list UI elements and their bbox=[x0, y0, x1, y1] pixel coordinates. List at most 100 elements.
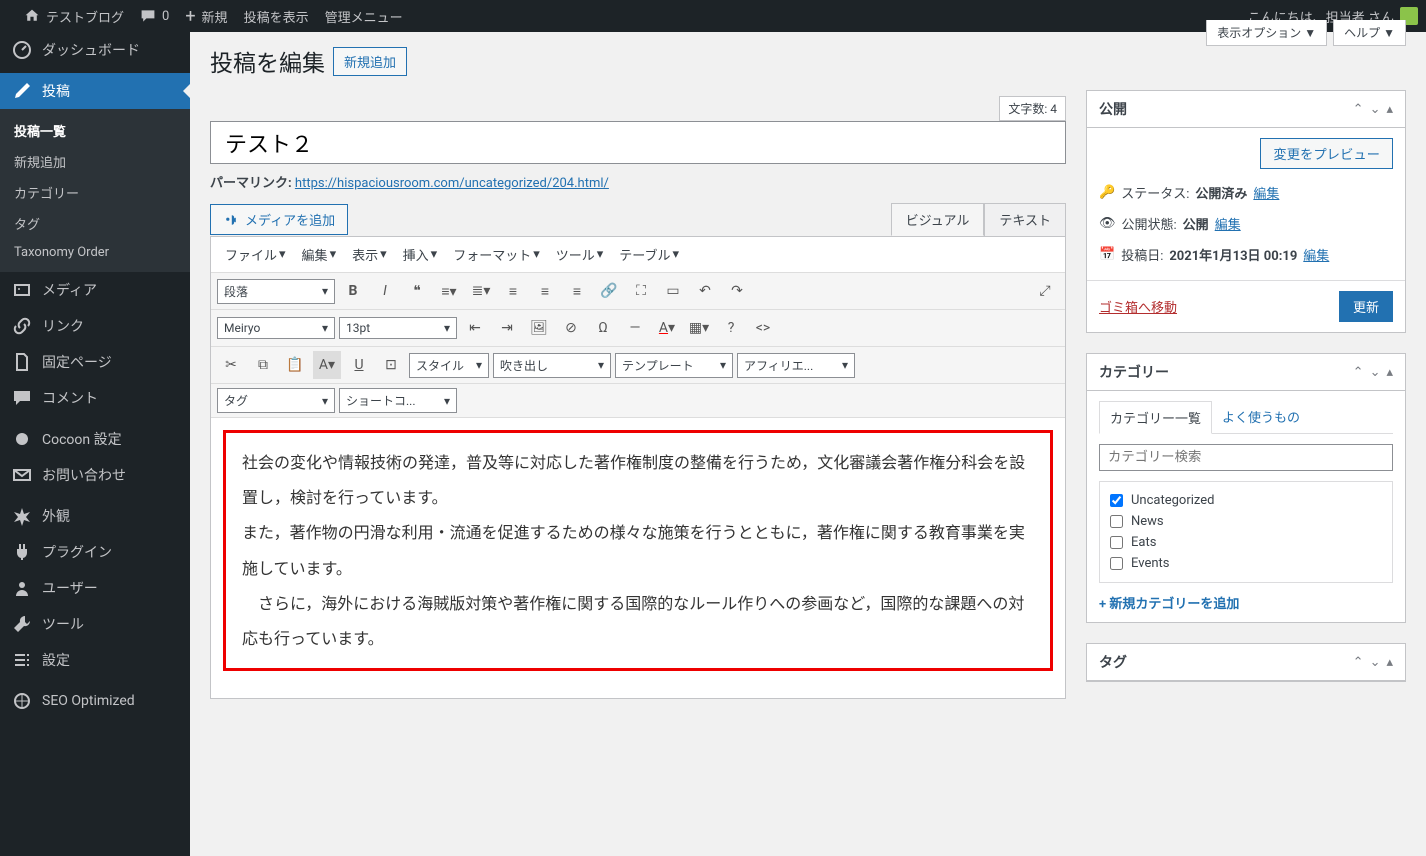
menu-seo[interactable]: SEO Optimized bbox=[0, 683, 190, 719]
cat-tab-all[interactable]: カテゴリー一覧 bbox=[1099, 401, 1212, 434]
category-item[interactable]: Events bbox=[1110, 553, 1382, 574]
unlink-icon[interactable]: ⊘ bbox=[557, 314, 585, 342]
affiliate-select[interactable]: アフィリエ... ▾ bbox=[737, 353, 855, 378]
hr-icon[interactable]: ― bbox=[621, 314, 649, 342]
move-up-icon[interactable]: ⌃ bbox=[1353, 655, 1364, 670]
bullet-list-icon[interactable]: ≡▾ bbox=[435, 277, 463, 305]
submenu-posts-new[interactable]: 新規追加 bbox=[0, 146, 190, 177]
menu-appearance[interactable]: 外観 bbox=[0, 498, 190, 534]
update-button[interactable]: 更新 bbox=[1339, 291, 1393, 322]
menu-dashboard[interactable]: ダッシュボード bbox=[0, 32, 190, 68]
preview-button[interactable]: 変更をプレビュー bbox=[1260, 138, 1393, 169]
menu-comments[interactable]: コメント bbox=[0, 380, 190, 416]
ruby-icon[interactable]: ⊡ bbox=[377, 351, 405, 379]
category-checkbox[interactable] bbox=[1110, 494, 1123, 507]
move-to-trash-link[interactable]: ゴミ箱へ移動 bbox=[1099, 297, 1177, 316]
toggle-icon[interactable]: ▴ bbox=[1386, 102, 1393, 117]
special-char-icon[interactable]: Ω bbox=[589, 314, 617, 342]
paste-icon[interactable]: 📋 bbox=[281, 351, 309, 379]
text-color-icon[interactable]: A▾ bbox=[653, 314, 681, 342]
link-icon[interactable]: 🔗 bbox=[595, 277, 623, 305]
post-title-input[interactable] bbox=[210, 121, 1066, 164]
move-down-icon[interactable]: ⌄ bbox=[1370, 365, 1381, 380]
category-checkbox[interactable] bbox=[1110, 557, 1123, 570]
menu-format[interactable]: フォーマット ▾ bbox=[447, 241, 546, 268]
more-tag-icon[interactable]: ▭ bbox=[659, 277, 687, 305]
balloon-select[interactable]: 吹き出し ▾ bbox=[493, 353, 611, 378]
underline-icon[interactable]: U bbox=[345, 351, 373, 379]
view-post-link[interactable]: 投稿を表示 bbox=[244, 7, 309, 26]
help-toggle[interactable]: ヘルプ ▼ bbox=[1333, 20, 1406, 46]
toggle-icon[interactable]: ▴ bbox=[1386, 655, 1393, 670]
menu-file[interactable]: ファイル ▾ bbox=[219, 241, 292, 268]
menu-media[interactable]: メディア bbox=[0, 272, 190, 308]
category-item[interactable]: Uncategorized bbox=[1110, 490, 1382, 511]
align-left-icon[interactable]: ≡ bbox=[499, 277, 527, 305]
menu-view[interactable]: 表示 ▾ bbox=[346, 241, 393, 268]
tab-visual[interactable]: ビジュアル bbox=[891, 203, 985, 236]
toggle-icon[interactable]: ▴ bbox=[1386, 365, 1393, 380]
bg-color-icon[interactable]: A▾ bbox=[313, 351, 341, 379]
undo-icon[interactable]: ↶ bbox=[691, 277, 719, 305]
blockquote-icon[interactable]: ❝ bbox=[403, 277, 431, 305]
menu-contact[interactable]: お問い合わせ bbox=[0, 457, 190, 493]
menu-settings[interactable]: 設定 bbox=[0, 642, 190, 678]
fontsize-select[interactable]: 13pt ▾ bbox=[339, 317, 457, 339]
copy-icon[interactable]: ⧉ bbox=[249, 351, 277, 379]
style-select[interactable]: スタイル ▾ bbox=[409, 353, 489, 378]
category-checkbox[interactable] bbox=[1110, 515, 1123, 528]
number-list-icon[interactable]: ≣▾ bbox=[467, 277, 495, 305]
fullscreen-icon[interactable]: ⛶ bbox=[627, 277, 655, 305]
admin-menu-link[interactable]: 管理メニュー bbox=[325, 7, 403, 26]
move-down-icon[interactable]: ⌄ bbox=[1370, 102, 1381, 117]
table-icon[interactable]: ▦▾ bbox=[685, 314, 713, 342]
content-area[interactable]: 社会の変化や情報技術の発達，普及等に対応した著作権制度の整備を行うため，文化審議… bbox=[211, 418, 1065, 698]
menu-tools[interactable]: ツール bbox=[0, 606, 190, 642]
cat-tab-popular[interactable]: よく使うもの bbox=[1212, 401, 1310, 433]
tag-select[interactable]: タグ ▾ bbox=[217, 388, 335, 413]
font-select[interactable]: Meiryo ▾ bbox=[217, 317, 335, 339]
tab-text[interactable]: テキスト bbox=[984, 203, 1066, 236]
bold-icon[interactable]: B bbox=[339, 277, 367, 305]
align-right-icon[interactable]: ≡ bbox=[563, 277, 591, 305]
edit-status-link[interactable]: 編集 bbox=[1253, 183, 1279, 202]
format-select[interactable]: 段落 ▾ bbox=[217, 279, 335, 304]
menu-plugins[interactable]: プラグイン bbox=[0, 534, 190, 570]
add-category-link[interactable]: + 新規カテゴリーを追加 bbox=[1099, 593, 1239, 612]
category-checkbox[interactable] bbox=[1110, 536, 1123, 549]
indent-icon[interactable]: ⇥ bbox=[493, 314, 521, 342]
menu-table[interactable]: テーブル ▾ bbox=[613, 241, 685, 268]
menu-users[interactable]: ユーザー bbox=[0, 570, 190, 606]
italic-icon[interactable]: I bbox=[371, 277, 399, 305]
template-select[interactable]: テンプレート ▾ bbox=[615, 353, 733, 378]
move-down-icon[interactable]: ⌄ bbox=[1370, 655, 1381, 670]
site-name-link[interactable]: テストブログ bbox=[24, 7, 124, 26]
move-up-icon[interactable]: ⌃ bbox=[1353, 102, 1364, 117]
menu-tools[interactable]: ツール ▾ bbox=[550, 241, 610, 268]
outdent-icon[interactable]: ⇤ bbox=[461, 314, 489, 342]
cut-icon[interactable]: ✂ bbox=[217, 351, 245, 379]
submenu-categories[interactable]: カテゴリー bbox=[0, 177, 190, 208]
add-new-button[interactable]: 新規追加 bbox=[333, 47, 407, 76]
align-center-icon[interactable]: ≡ bbox=[531, 277, 559, 305]
expand-icon[interactable]: ⤢ bbox=[1031, 277, 1059, 305]
submenu-tags[interactable]: タグ bbox=[0, 208, 190, 239]
new-content-link[interactable]: +新規 bbox=[185, 6, 227, 27]
move-up-icon[interactable]: ⌃ bbox=[1353, 365, 1364, 380]
menu-pages[interactable]: 固定ページ bbox=[0, 344, 190, 380]
comments-link[interactable]: 0 bbox=[140, 8, 169, 24]
edit-date-link[interactable]: 編集 bbox=[1303, 245, 1329, 264]
menu-cocoon[interactable]: Cocoon 設定 bbox=[0, 421, 190, 457]
menu-edit[interactable]: 編集 ▾ bbox=[296, 241, 343, 268]
help-icon[interactable]: ? bbox=[717, 314, 745, 342]
category-item[interactable]: News bbox=[1110, 511, 1382, 532]
submenu-taxonomy-order[interactable]: Taxonomy Order bbox=[0, 239, 190, 266]
menu-insert[interactable]: 挿入 ▾ bbox=[397, 241, 444, 268]
category-item[interactable]: Eats bbox=[1110, 532, 1382, 553]
permalink-link[interactable]: https://hispaciousroom.com/uncategorized… bbox=[295, 176, 609, 191]
shortcode-select[interactable]: ショートコ... ▾ bbox=[339, 388, 457, 413]
edit-visibility-link[interactable]: 編集 bbox=[1215, 214, 1241, 233]
screen-options-toggle[interactable]: 表示オプション ▼ bbox=[1206, 20, 1327, 46]
redo-icon[interactable]: ↷ bbox=[723, 277, 751, 305]
code-icon[interactable]: <> bbox=[749, 314, 777, 342]
